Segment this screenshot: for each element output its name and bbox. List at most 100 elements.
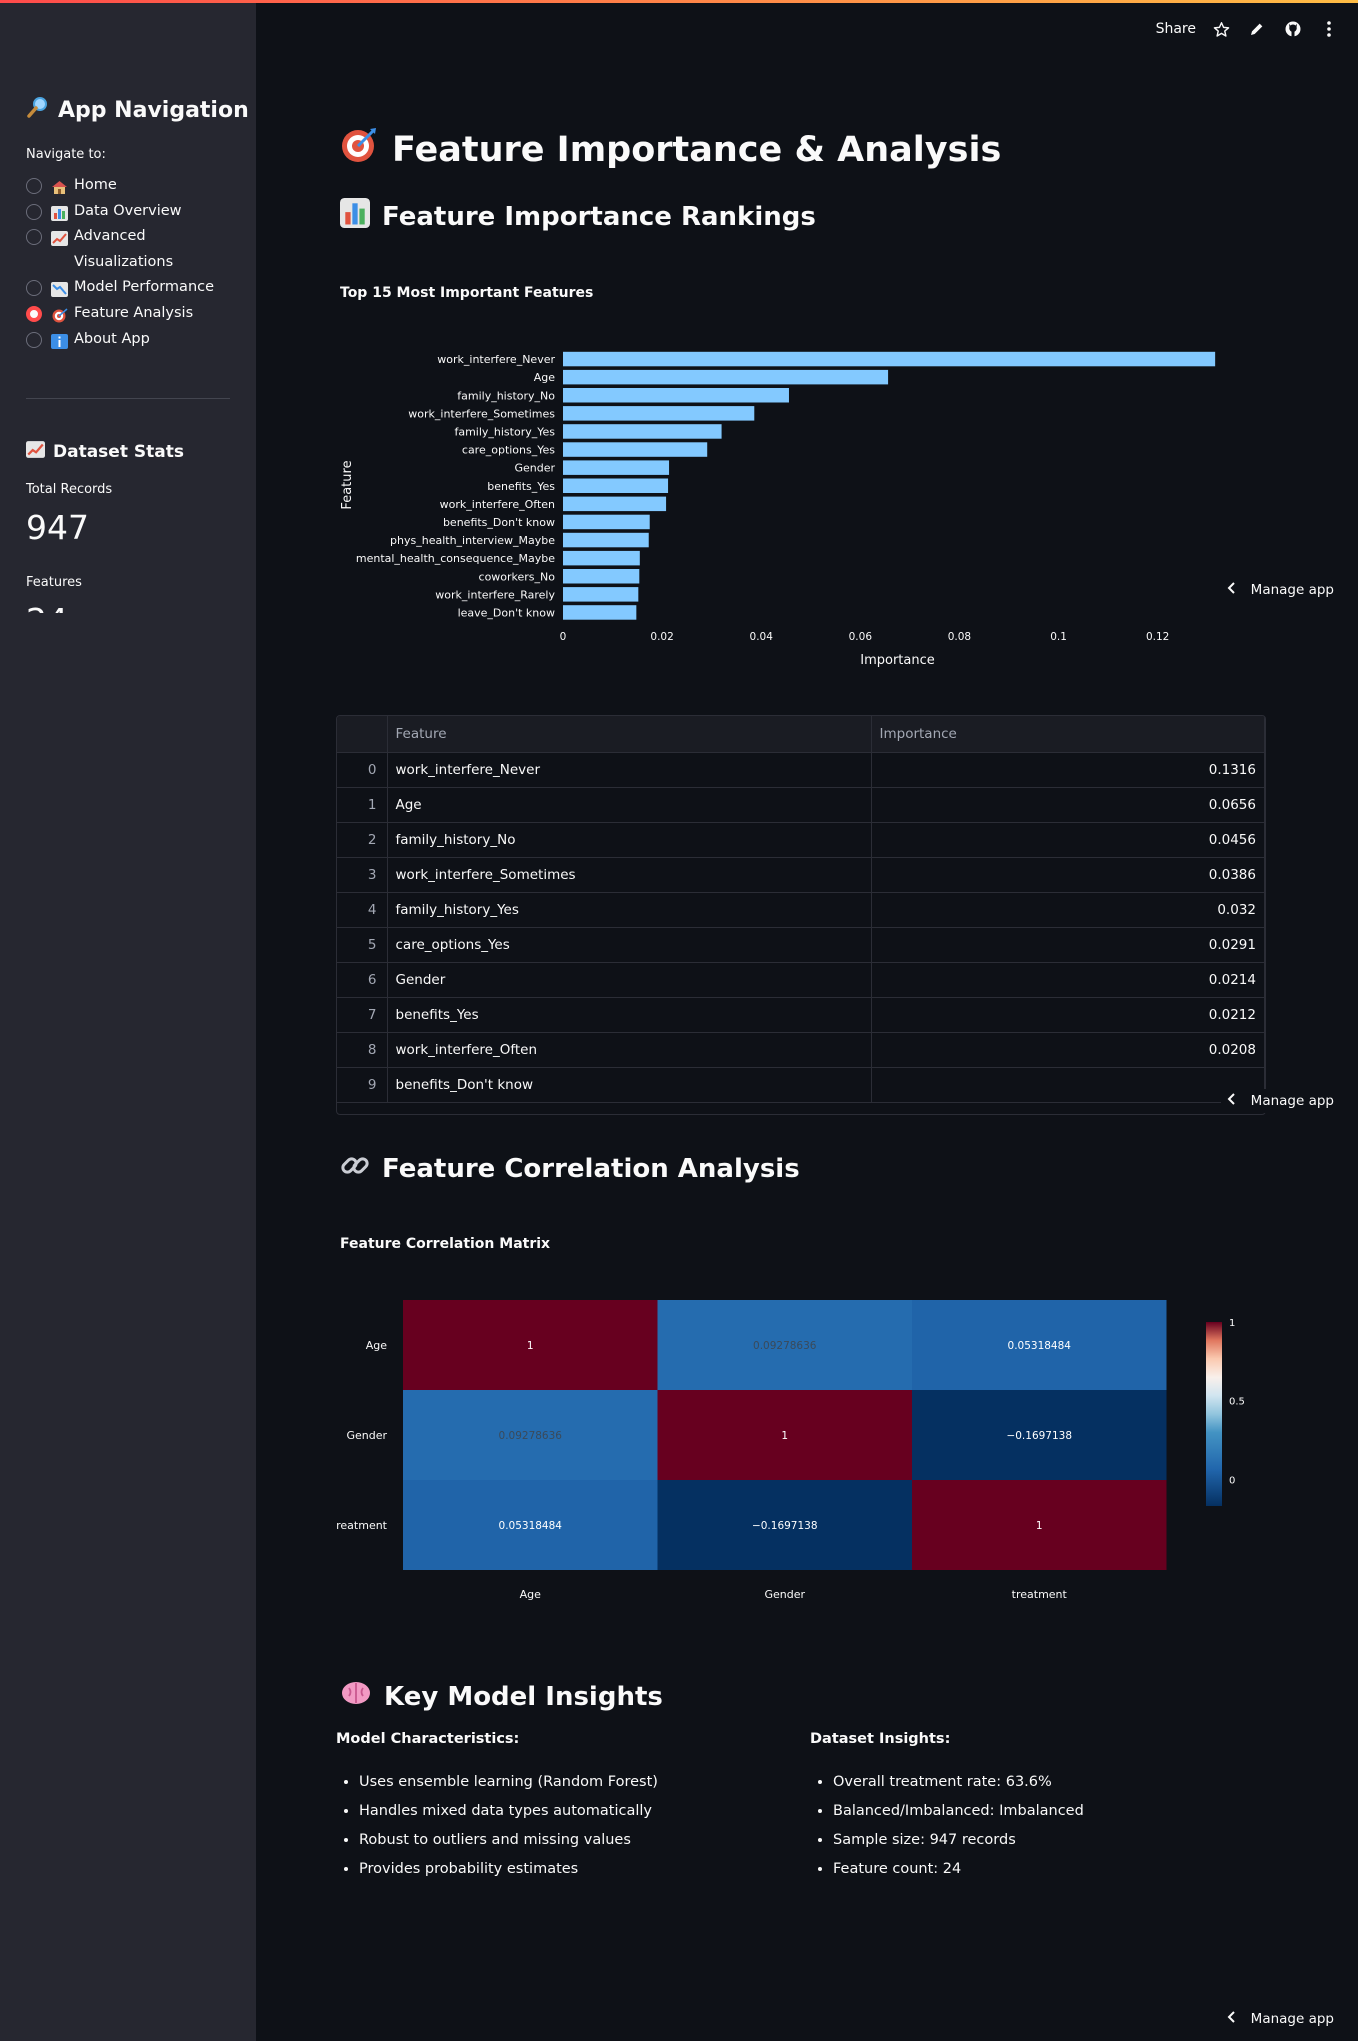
radio-button[interactable]: [26, 331, 42, 348]
table-row[interactable]: 3 work_interfere_Sometimes 0.0386: [337, 857, 1265, 893]
y-tick-label: mental_health_consequence_Maybe: [356, 552, 555, 565]
manage-app-button[interactable]: Manage app: [1220, 1089, 1334, 1113]
more-options-icon[interactable]: [1318, 18, 1340, 40]
bar: [563, 532, 649, 548]
table-cell-feature[interactable]: work_interfere_Sometimes: [387, 857, 872, 893]
radio-button[interactable]: [26, 280, 42, 297]
dataset-insights-title: Dataset Insights:: [810, 1731, 951, 1747]
nav-item-advanced-visualizations[interactable]: Advanced Visualizations: [26, 224, 236, 275]
table-cell-feature[interactable]: Age: [387, 787, 872, 823]
table-cell-feature[interactable]: benefits_Don't know: [387, 1067, 872, 1103]
importance-heading: Feature Importance Rankings: [340, 198, 816, 235]
table-cell-feature[interactable]: family_history_No: [387, 822, 872, 858]
list-item: Handles mixed data types automatically: [359, 1797, 658, 1826]
radio-button[interactable]: [26, 203, 42, 220]
chevron-left-icon: [1227, 1093, 1237, 1109]
bar: [563, 424, 722, 439]
heatmap-value-label: 0.09278636: [753, 1340, 817, 1352]
nav-item-label: Model Performance: [74, 279, 215, 296]
x-tick-label: 0.04: [750, 631, 774, 643]
manage-app-button[interactable]: Manage app: [1220, 578, 1334, 602]
chevron-left-icon: [1227, 2011, 1237, 2027]
table-row[interactable]: 7 benefits_Yes 0.0212: [337, 997, 1265, 1033]
bar: [563, 369, 889, 385]
correlation-chart-title: Feature Correlation Matrix: [340, 1236, 551, 1252]
table-row[interactable]: 5 care_options_Yes 0.0291: [337, 927, 1265, 963]
heatmap-value-label: 1: [781, 1430, 788, 1442]
list-item: Robust to outliers and missing values: [359, 1826, 658, 1855]
table-cell-importance[interactable]: 0.032: [871, 892, 1265, 928]
table-cell-index: 4: [337, 892, 388, 928]
manage-app-label: Manage app: [1250, 582, 1334, 598]
table-cell-feature[interactable]: work_interfere_Never: [387, 752, 872, 788]
share-button[interactable]: Share: [1156, 21, 1196, 37]
manage-app-button[interactable]: Manage app: [1220, 2007, 1334, 2031]
table-cell-index: 6: [337, 962, 388, 998]
trend-up-icon: [51, 230, 68, 247]
table-cell-feature[interactable]: care_options_Yes: [387, 927, 872, 963]
nav-item-data-overview[interactable]: Data Overview: [26, 199, 236, 225]
correlation-heading: Feature Correlation Analysis: [340, 1150, 800, 1187]
dataset-insights-list: Overall treatment rate: 63.6% Balanced/I…: [810, 1768, 1084, 1884]
table-cell-importance[interactable]: 0.0656: [871, 787, 1265, 823]
metric-value-total-records: 947: [26, 508, 89, 547]
star-icon[interactable]: [1210, 18, 1232, 40]
table-cell-index: 0: [337, 752, 388, 788]
table-row[interactable]: 4 family_history_Yes 0.032: [337, 892, 1265, 928]
manage-app-label: Manage app: [1250, 1093, 1334, 1109]
table-header-feature[interactable]: Feature: [387, 716, 872, 753]
bar: [563, 406, 755, 421]
insights-heading: Key Model Insights: [340, 1678, 663, 1715]
table-row[interactable]: 9 benefits_Don't know: [337, 1067, 1265, 1103]
table-cell-importance[interactable]: 0.0386: [871, 857, 1265, 893]
target-icon: [51, 307, 68, 323]
bar-chart-icon: [340, 198, 370, 235]
bar: [563, 460, 670, 475]
y-tick-label: treatment: [336, 1519, 388, 1532]
nav-item-label: Advanced Visualizations: [74, 228, 174, 270]
trend-down-icon: [51, 281, 68, 298]
y-tick-label: work_interfere_Rarely: [435, 588, 555, 601]
nav-item-model-performance[interactable]: Model Performance: [26, 275, 236, 301]
nav-item-home[interactable]: Home: [26, 173, 236, 199]
table-cell-index: 2: [337, 822, 388, 858]
bar: [563, 351, 1216, 367]
table-row[interactable]: 6 Gender 0.0214: [337, 962, 1265, 998]
model-characteristics-title: Model Characteristics:: [336, 1731, 520, 1747]
x-tick-label: 0.02: [650, 631, 673, 643]
y-tick-label: care_options_Yes: [462, 444, 555, 457]
table-cell-feature[interactable]: Gender: [387, 962, 872, 998]
importance-dataframe[interactable]: Feature Importance 0 work_interfere_Never…: [336, 715, 1266, 1115]
table-cell-importance[interactable]: 0.0208: [871, 1032, 1265, 1068]
radio-button[interactable]: [26, 229, 42, 246]
table-cell-feature[interactable]: family_history_Yes: [387, 892, 872, 928]
table-cell-importance[interactable]: [871, 1067, 1265, 1103]
table-cell-importance[interactable]: 0.0291: [871, 927, 1265, 963]
table-row[interactable]: 1 Age 0.0656: [337, 787, 1265, 823]
github-icon[interactable]: [1282, 18, 1304, 40]
pencil-icon[interactable]: [1246, 18, 1268, 40]
table-header-importance[interactable]: Importance: [871, 716, 1265, 753]
table-row[interactable]: 0 work_interfere_Never 0.1316: [337, 752, 1265, 788]
radio-button[interactable]: [26, 178, 42, 194]
table-row[interactable]: 8 work_interfere_Often 0.0208: [337, 1032, 1265, 1068]
table-cell-importance[interactable]: 0.0214: [871, 962, 1265, 998]
table-row[interactable]: 2 family_history_No 0.0456: [337, 822, 1265, 858]
table-body: 0 work_interfere_Never 0.1316 1 Age 0.0656 2 fa…: [337, 752, 1265, 1103]
radio-button-checked[interactable]: [26, 305, 42, 322]
nav-item-label: Data Overview: [74, 202, 182, 219]
nav-item-about-app[interactable]: About App: [26, 327, 236, 353]
table-cell-index: 9: [337, 1067, 388, 1103]
table-cell-importance[interactable]: 0.0456: [871, 822, 1265, 858]
y-tick-label: Gender: [346, 1429, 387, 1442]
heatmap-value-label: 0.05318484: [1008, 1340, 1072, 1352]
table-cell-importance[interactable]: 0.1316: [871, 752, 1265, 788]
table-cell-feature[interactable]: work_interfere_Often: [387, 1032, 872, 1068]
nav-item-feature-analysis[interactable]: Feature Analysis: [26, 301, 236, 327]
table-cell-feature[interactable]: benefits_Yes: [387, 997, 872, 1033]
bar: [563, 514, 650, 530]
metric-value-features: 24: [26, 601, 68, 613]
table-cell-importance[interactable]: 0.0212: [871, 997, 1265, 1033]
list-item: Uses ensemble learning (Random Forest): [359, 1768, 658, 1797]
heatmap-value-label: −0.1697138: [752, 1520, 818, 1532]
